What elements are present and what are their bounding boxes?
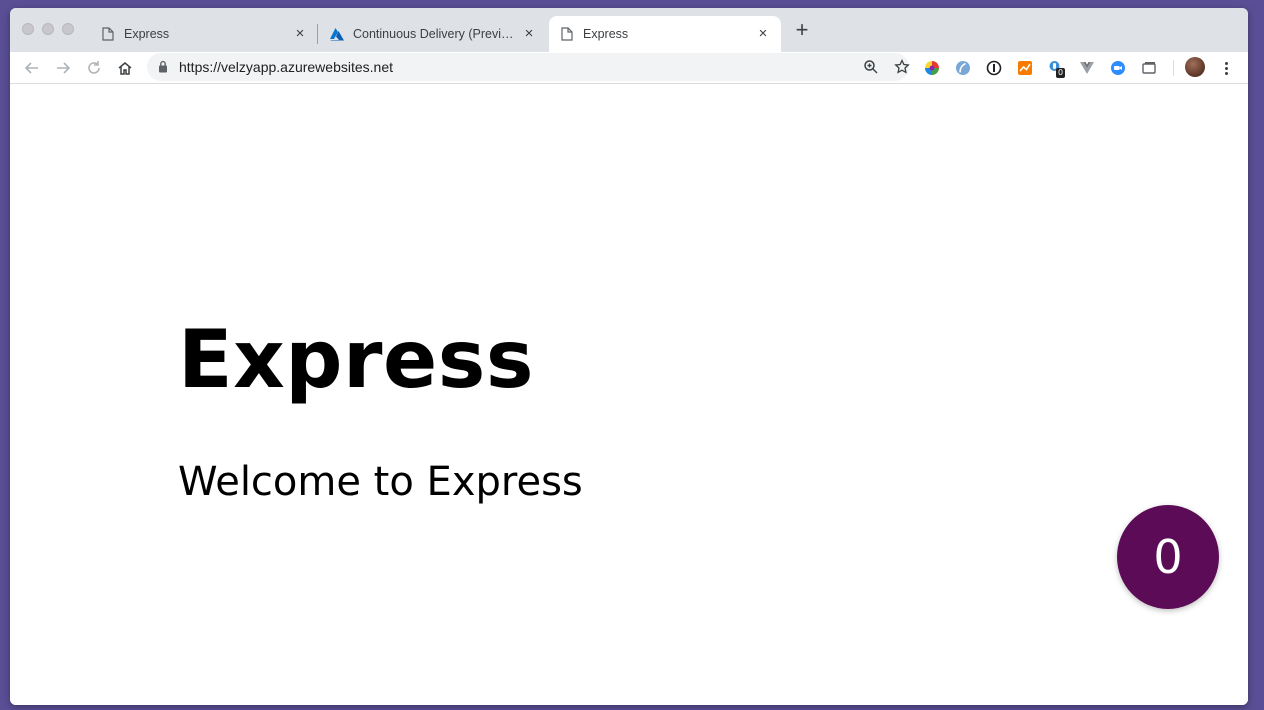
video-call-extension-icon[interactable] [1109, 59, 1127, 77]
analytics-chart-extension-icon[interactable] [1016, 59, 1034, 77]
page-content: Express Welcome to Express 0 [10, 85, 1248, 705]
bookmark-star-icon[interactable] [893, 58, 911, 76]
close-window-button[interactable] [22, 23, 34, 35]
extension-badge: 0 [1056, 68, 1066, 78]
browser-window: Express × Continuous Delivery (Preview) … [10, 8, 1248, 705]
tab-title: Continuous Delivery (Preview) [353, 27, 515, 41]
document-icon [559, 26, 575, 42]
reload-icon[interactable] [84, 58, 104, 78]
password-manager-extension-icon[interactable] [985, 59, 1003, 77]
close-tab-icon[interactable]: × [755, 26, 771, 42]
new-tab-button[interactable]: + [792, 19, 812, 41]
browser-toolbar: https://velzyapp.azurewebsites.net 0 [10, 52, 1248, 84]
window-cast-extension-icon[interactable] [1140, 59, 1158, 77]
browser-menu-icon[interactable] [1218, 58, 1234, 78]
toolbar-divider [1173, 60, 1174, 76]
blocker-extension-icon[interactable]: 0 [1047, 59, 1066, 78]
profile-avatar[interactable] [1185, 57, 1205, 77]
forward-icon[interactable] [53, 58, 73, 78]
minimize-window-button[interactable] [42, 23, 54, 35]
feather-extension-icon[interactable] [954, 59, 972, 77]
tab-title: Express [124, 27, 170, 41]
vue-devtools-icon[interactable] [1078, 59, 1096, 77]
lock-icon[interactable] [158, 60, 168, 78]
zoom-window-button[interactable] [62, 23, 74, 35]
color-wheel-extension-icon[interactable] [923, 59, 941, 77]
counter-badge[interactable]: 0 [1117, 505, 1219, 609]
welcome-text: Welcome to Express [178, 459, 583, 505]
close-tab-icon[interactable]: × [292, 26, 308, 42]
home-icon[interactable] [115, 58, 135, 78]
back-icon[interactable] [22, 58, 42, 78]
close-tab-icon[interactable]: × [521, 26, 537, 42]
tab-express-active[interactable]: Express × [549, 16, 781, 52]
url-text: https://velzyapp.azurewebsites.net [179, 59, 394, 75]
address-bar[interactable]: https://velzyapp.azurewebsites.net [147, 53, 911, 81]
tab-express-1[interactable]: Express × [90, 16, 318, 52]
window-controls [22, 23, 74, 35]
document-icon [100, 26, 116, 42]
page-heading: Express [178, 313, 534, 406]
tab-title: Express [583, 27, 629, 41]
tab-continuous-delivery[interactable]: Continuous Delivery (Preview) × [319, 16, 547, 52]
azure-icon [329, 26, 345, 42]
zoom-icon[interactable] [862, 58, 880, 76]
tab-strip: Express × Continuous Delivery (Preview) … [10, 8, 1248, 52]
tab-separator [317, 24, 318, 44]
